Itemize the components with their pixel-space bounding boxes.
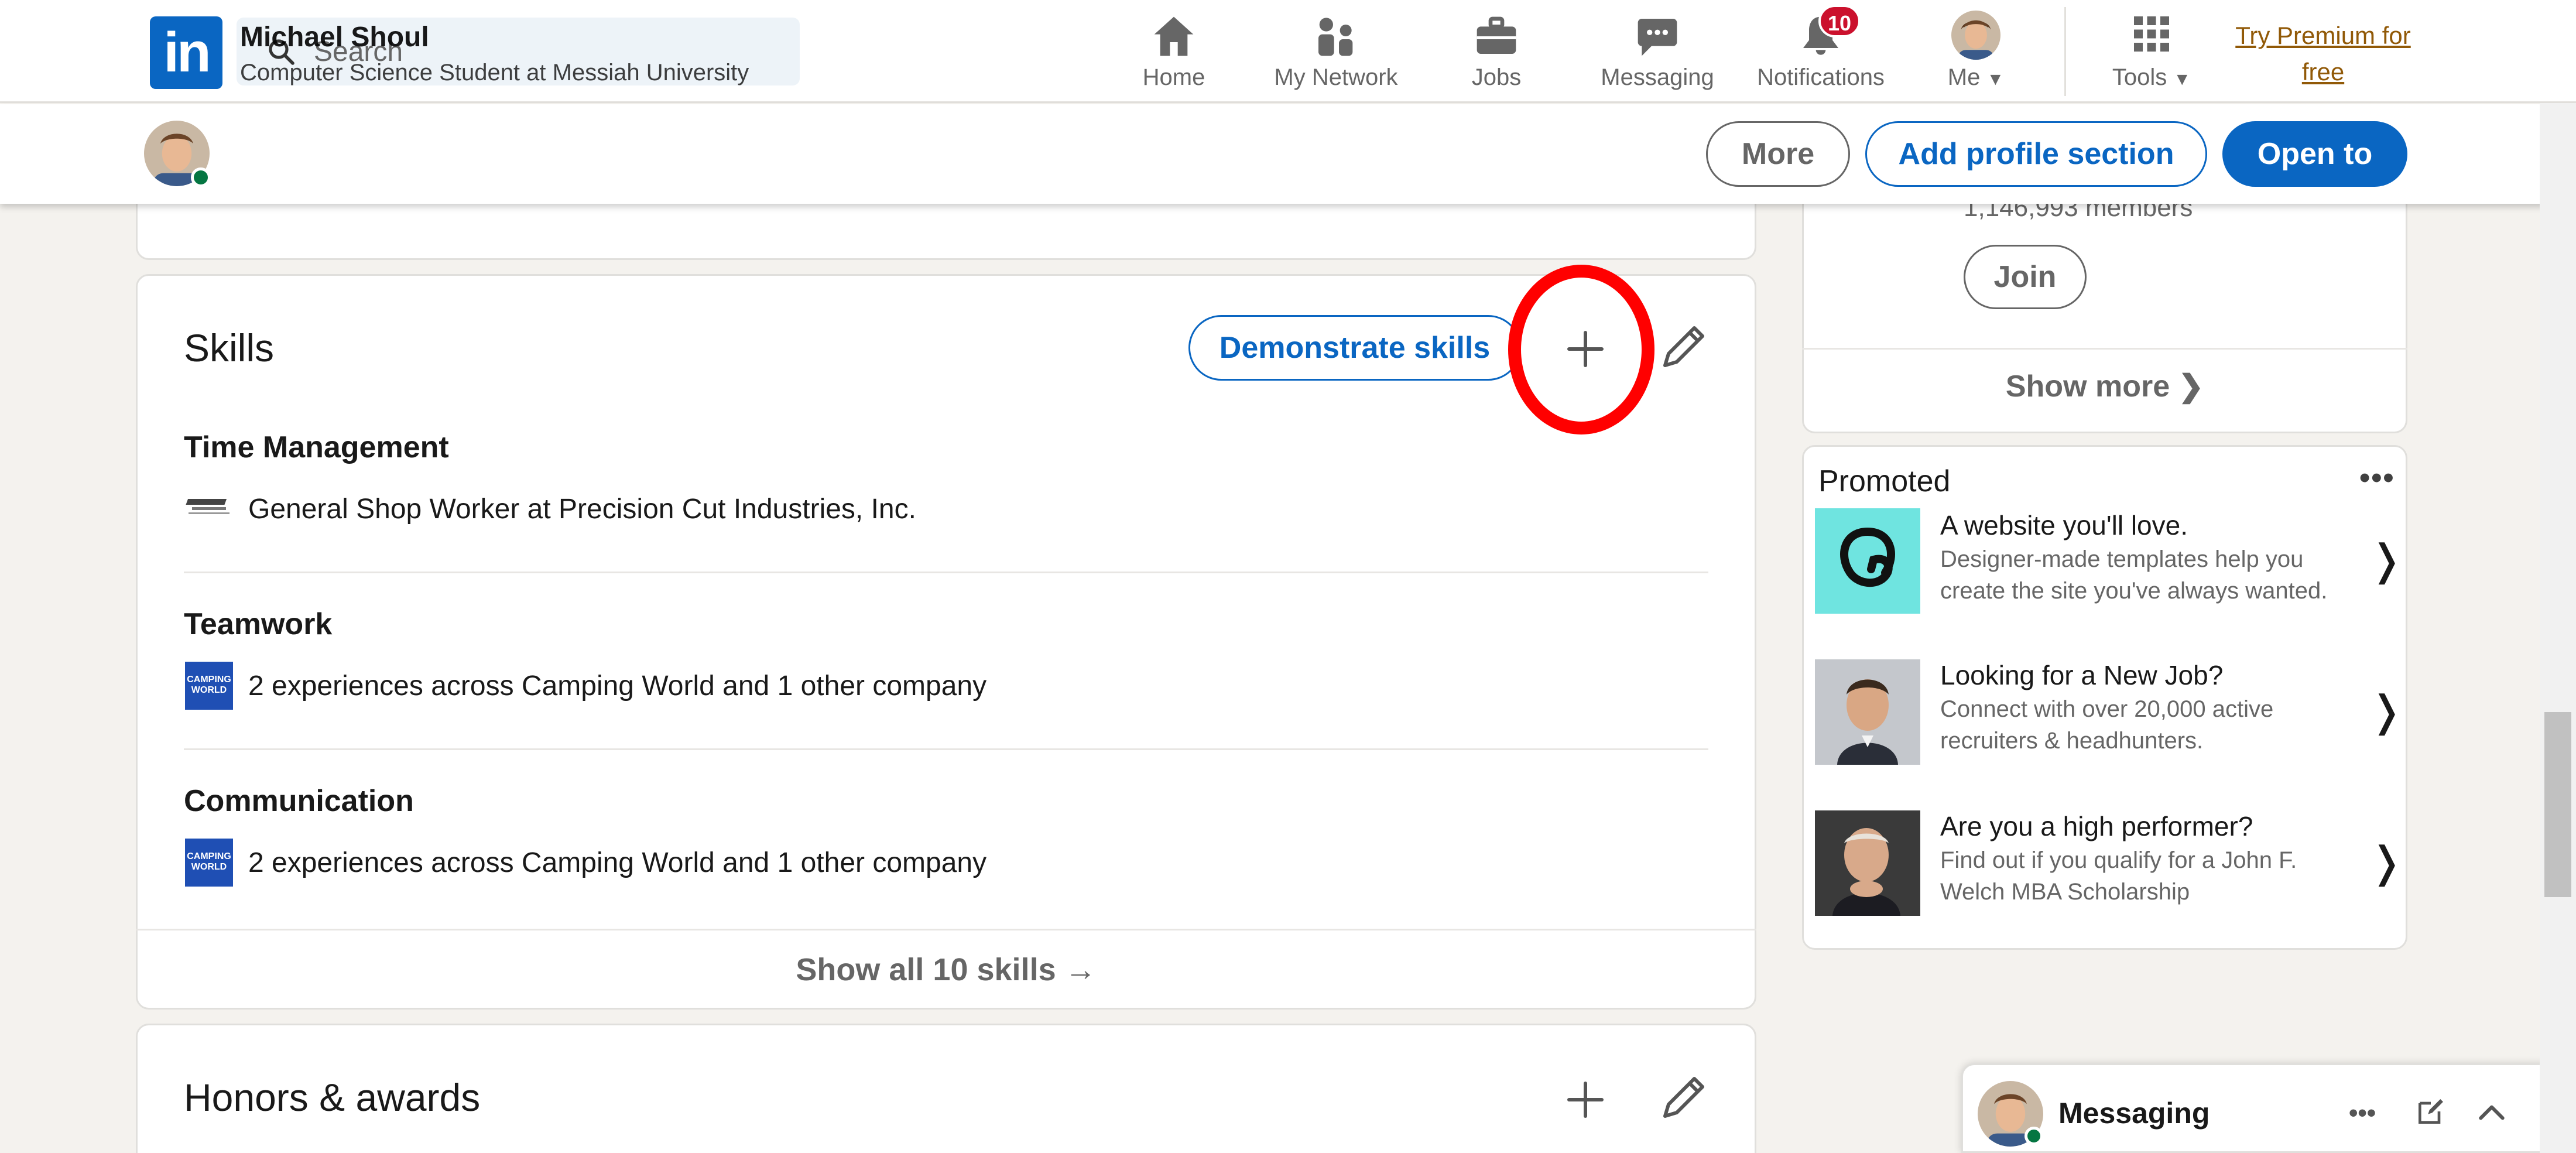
grid-icon [2130, 13, 2173, 55]
precision-cut-logo [185, 494, 233, 518]
nav-divider [2064, 7, 2066, 96]
nav-my-network[interactable]: My Network [1259, 8, 1413, 96]
profile-name: Michael Shoul [240, 22, 429, 53]
demonstrate-skills-button[interactable]: Demonstrate skills [1188, 315, 1521, 381]
linkedin-logo[interactable]: in [150, 16, 222, 89]
plus-icon [1550, 1065, 1621, 1135]
edit-skills-button[interactable] [1646, 313, 1717, 383]
skill-detail: General Shop Worker at Precision Cut Ind… [248, 494, 916, 525]
nav-label: Me ▼ [1947, 64, 2005, 90]
ad-item[interactable]: A website you'll love. Designer-made tem… [1815, 506, 2404, 623]
show-all-skills-button[interactable]: Show all 10 skills → [136, 929, 1756, 1010]
ellipsis-icon[interactable]: ••• [2349, 1099, 2376, 1128]
profile-headline: Computer Science Student at Messiah Univ… [240, 60, 749, 85]
skill-detail: 2 experiences across Camping World and 1… [248, 847, 987, 878]
premium-line-2: free [2301, 58, 2345, 85]
chevron-down-icon: ▼ [1986, 70, 2005, 89]
skill-detail: 2 experiences across Camping World and 1… [248, 670, 987, 702]
scrollbar-thumb[interactable] [2544, 712, 2571, 897]
chevron-up-icon[interactable] [2475, 1096, 2508, 1129]
promoted-title: Promoted [1818, 464, 1951, 498]
chat-icon [1633, 13, 1682, 60]
highlight-circle-annotation [1508, 265, 1654, 434]
nav-label: Home [1142, 64, 1205, 90]
avatar [1951, 11, 2000, 60]
add-profile-section-button[interactable]: Add profile section [1865, 121, 2207, 187]
chevron-right-icon: ❭ [2369, 537, 2404, 584]
nav-notifications[interactable]: 10 Notifications [1747, 5, 1895, 96]
chevron-right-icon: ❭ [2369, 688, 2404, 735]
pencil-icon [1646, 1063, 1717, 1134]
skills-section [136, 274, 1756, 1010]
section-title: Skills [184, 326, 275, 369]
nav-label: Jobs [1471, 64, 1522, 90]
nav-label: Messaging [1601, 64, 1714, 90]
ad-title: A website you'll love. [1940, 510, 2188, 540]
online-status-dot [2025, 1127, 2043, 1145]
divider [184, 748, 1708, 750]
ad-description: Connect with over 20,000 active recruite… [1940, 696, 2274, 754]
people-icon [1311, 13, 1361, 60]
compose-icon[interactable] [2414, 1095, 2447, 1128]
skill-name[interactable]: Time Management [184, 430, 449, 465]
nav-label: Notifications [1757, 64, 1885, 90]
nav-label: Tools ▼ [2112, 64, 2191, 90]
add-honor-button[interactable] [1550, 1065, 1621, 1135]
ad-item[interactable]: Are you a high performer? Find out if yo… [1815, 808, 2404, 925]
skill-name[interactable]: Communication [184, 784, 414, 819]
edit-honors-button[interactable] [1646, 1063, 1717, 1134]
scrollbar-track[interactable] [2540, 103, 2576, 1153]
godaddy-logo [1815, 508, 1920, 614]
chevron-right-icon: ❭ [2369, 839, 2404, 886]
nav-home[interactable]: Home [1130, 8, 1218, 96]
online-status-dot [191, 167, 211, 187]
divider [184, 572, 1708, 573]
notification-badge: 10 [1818, 5, 1861, 37]
skill-name[interactable]: Teamwork [184, 607, 332, 642]
ad-description: Find out if you qualify for a John F. We… [1940, 847, 2297, 905]
ad-title: Are you a high performer? [1940, 811, 2253, 841]
nav-me[interactable]: Me ▼ [1938, 8, 2014, 96]
ad-item[interactable]: Looking for a New Job? Connect with over… [1815, 657, 2404, 774]
try-premium-link[interactable]: Try Premium for free [2229, 18, 2417, 90]
chevron-down-icon: ▼ [2173, 70, 2191, 89]
show-more-button[interactable]: Show more ❯ [1802, 369, 2407, 404]
pencil-icon [1646, 313, 1717, 383]
ad-title: Looking for a New Job? [1940, 660, 2224, 690]
man-portrait [1815, 659, 1920, 765]
premium-line-1: Try Premium for [2235, 22, 2411, 49]
camping-world-logo: CAMPING WORLD [185, 839, 233, 887]
nav-label: My Network [1274, 64, 1398, 90]
briefcase-icon [1472, 13, 1521, 60]
nav-jobs[interactable]: Jobs [1455, 8, 1537, 96]
older-man-portrait [1815, 810, 1920, 916]
camping-world-logo: CAMPING WORLD [185, 662, 233, 710]
more-options-icon[interactable]: ••• [2359, 460, 2395, 495]
messaging-label: Messaging [2058, 1097, 2210, 1130]
section-title: Honors & awards [184, 1076, 481, 1119]
divider [1802, 348, 2407, 350]
open-to-button[interactable]: Open to [2222, 121, 2407, 187]
nav-messaging[interactable]: Messaging [1596, 8, 1719, 96]
more-button[interactable]: More [1706, 121, 1850, 187]
home-icon [1149, 13, 1198, 60]
join-button[interactable]: Join [1964, 245, 2087, 309]
nav-tools[interactable]: Tools ▼ [2102, 8, 2201, 96]
ad-description: Designer-made templates help you create … [1940, 546, 2328, 604]
